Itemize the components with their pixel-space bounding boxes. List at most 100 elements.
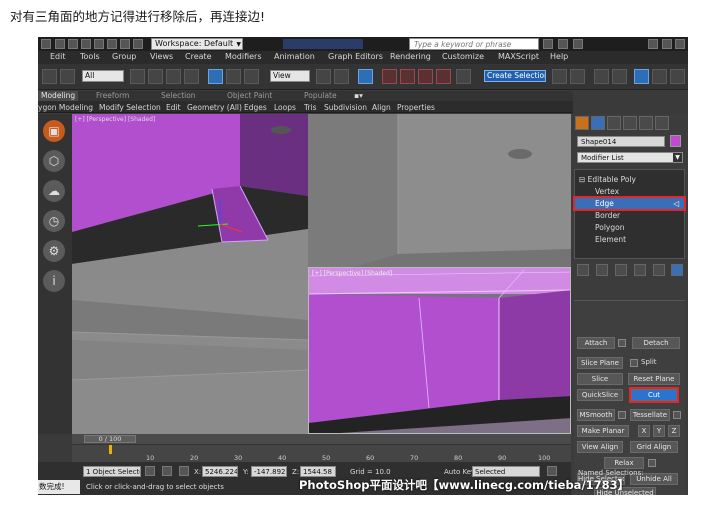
select-manipulate-icon[interactable]	[334, 69, 349, 84]
create-tab-icon[interactable]	[575, 116, 589, 130]
make-planar-button[interactable]: Make Planar	[577, 425, 629, 437]
redo-icon[interactable]	[107, 39, 117, 49]
new-file-icon[interactable]	[55, 39, 65, 49]
modifier-list-dropdown[interactable]: Modifier List ▼	[577, 152, 683, 163]
viewport-top-left[interactable]: [+] [Perspective] [Shaded]	[72, 114, 308, 280]
planar-x-button[interactable]: X	[638, 425, 650, 437]
tab-selection[interactable]: Selection	[161, 91, 196, 100]
snap-toggle-icon[interactable]	[382, 69, 397, 84]
viewport-area[interactable]: [+] [Perspective] [Shaded] [+] [Perspect…	[72, 114, 571, 434]
object-color-swatch[interactable]	[670, 135, 681, 147]
planar-y-button[interactable]: Y	[653, 425, 665, 437]
time-slider[interactable]: 0 / 100	[72, 434, 571, 444]
material-editor-icon[interactable]	[670, 69, 685, 84]
star-icon[interactable]	[573, 39, 583, 49]
stack-border[interactable]: Border	[575, 210, 684, 221]
msmooth-settings-icon[interactable]	[618, 411, 626, 419]
workspace-dropdown[interactable]: Workspace: Default ▼	[151, 38, 243, 50]
tab-freeform[interactable]: Freeform	[96, 91, 129, 100]
graphite-toggle-icon[interactable]	[612, 69, 627, 84]
named-selection-select[interactable]: Create Selection Se	[484, 70, 546, 82]
object-name-field[interactable]: Shape014	[577, 136, 665, 147]
z-coordinate-field[interactable]: 1544.58	[300, 466, 336, 477]
track-bar[interactable]: 10 20 30 40 50 60 70 80 90 100	[72, 444, 571, 462]
ribbon-polygon-modeling[interactable]: ygon Modeling	[38, 103, 93, 112]
clock-icon[interactable]: ◷	[43, 210, 65, 232]
keyboard-shortcut-icon[interactable]	[358, 69, 373, 84]
open-file-icon[interactable]	[68, 39, 78, 49]
menu-tools[interactable]: Tools	[80, 52, 100, 61]
fetch-icon[interactable]	[133, 39, 143, 49]
ribbon-properties[interactable]: Properties	[397, 103, 435, 112]
stack-polygon[interactable]: Polygon	[575, 222, 684, 233]
save-file-icon[interactable]	[81, 39, 91, 49]
menu-modifiers[interactable]: Modifiers	[225, 52, 262, 61]
move-icon[interactable]	[208, 69, 223, 84]
align-icon[interactable]	[570, 69, 585, 84]
grid-align-button[interactable]: Grid Align	[630, 441, 678, 453]
y-coordinate-field[interactable]: -147.892	[251, 466, 287, 477]
cube-icon[interactable]: ▣	[43, 120, 65, 142]
make-unique-icon[interactable]	[615, 264, 627, 276]
close-icon[interactable]	[675, 39, 685, 49]
time-slider-thumb[interactable]: 0 / 100	[84, 435, 136, 443]
menu-views[interactable]: Views	[150, 52, 173, 61]
tab-object-paint[interactable]: Object Paint	[227, 91, 272, 100]
rotate-icon[interactable]	[226, 69, 241, 84]
layer-manager-icon[interactable]	[594, 69, 609, 84]
menu-group[interactable]: Group	[112, 52, 136, 61]
unlink-icon[interactable]	[60, 69, 75, 84]
ribbon-modify-selection[interactable]: Modify Selection	[99, 103, 161, 112]
search-icon[interactable]	[543, 39, 553, 49]
menu-graph-editors[interactable]: Graph Editors	[328, 52, 383, 61]
view-align-button[interactable]: View Align	[577, 441, 623, 453]
x-coordinate-field[interactable]: 5246.224	[202, 466, 238, 477]
configure-sets-icon[interactable]	[653, 264, 665, 276]
select-object-icon[interactable]	[130, 69, 145, 84]
ribbon-loops[interactable]: Loops	[274, 103, 296, 112]
utilities-tab-icon[interactable]	[655, 116, 669, 130]
slice-plane-button[interactable]: Slice Plane	[577, 357, 623, 369]
info-icon[interactable]: i	[43, 270, 65, 292]
search-input[interactable]: Type a keyword or phrase	[409, 38, 539, 50]
menu-customize[interactable]: Customize	[442, 52, 484, 61]
box-icon[interactable]: ⬡	[43, 150, 65, 172]
mirror-icon[interactable]	[552, 69, 567, 84]
menu-create[interactable]: Create	[185, 52, 212, 61]
schematic-view-icon[interactable]	[652, 69, 667, 84]
lock-selection-icon[interactable]	[145, 466, 155, 476]
rect-selection-icon[interactable]	[166, 69, 181, 84]
select-link-icon[interactable]	[42, 69, 57, 84]
tab-modeling[interactable]: Modeling	[38, 91, 79, 101]
infocenter-icon[interactable]	[558, 39, 568, 49]
menu-animation[interactable]: Animation	[274, 52, 315, 61]
tessellate-settings-icon[interactable]	[673, 411, 681, 419]
window-crossing-icon[interactable]	[184, 69, 199, 84]
key-filter-select[interactable]: Selected	[472, 466, 540, 477]
menu-rendering[interactable]: Rendering	[390, 52, 431, 61]
selection-filter-select[interactable]: All	[82, 70, 124, 82]
absolute-mode-icon[interactable]	[179, 466, 189, 476]
undo-icon[interactable]	[94, 39, 104, 49]
menu-maxscript[interactable]: MAXScript	[498, 52, 539, 61]
auto-key-button[interactable]: Auto Key	[444, 468, 475, 476]
curve-editor-icon[interactable]	[634, 69, 649, 84]
ribbon-subdivision[interactable]: Subdivision	[324, 103, 367, 112]
slice-button[interactable]: Slice	[577, 373, 623, 385]
pin-stack-icon[interactable]	[577, 264, 589, 276]
ribbon-align[interactable]: Align	[372, 103, 391, 112]
relax-button[interactable]: Relax	[604, 457, 644, 469]
ribbon-options-icon[interactable]: ▪▾	[354, 91, 363, 100]
hold-icon[interactable]	[120, 39, 130, 49]
app-logo-icon[interactable]	[41, 39, 51, 49]
ribbon-edit[interactable]: Edit	[166, 103, 181, 112]
scale-icon[interactable]	[244, 69, 259, 84]
quickslice-button[interactable]: QuickSlice	[577, 389, 623, 401]
percent-snap-icon[interactable]	[418, 69, 433, 84]
gear-icon[interactable]: ⚙	[43, 240, 65, 262]
stack-editable-poly[interactable]: ⊟ Editable Poly	[575, 174, 684, 185]
remove-modifier-icon[interactable]	[634, 264, 646, 276]
ref-coord-select[interactable]: View	[270, 70, 310, 82]
detach-button[interactable]: Detach	[632, 337, 680, 349]
tab-populate[interactable]: Populate	[304, 91, 337, 100]
